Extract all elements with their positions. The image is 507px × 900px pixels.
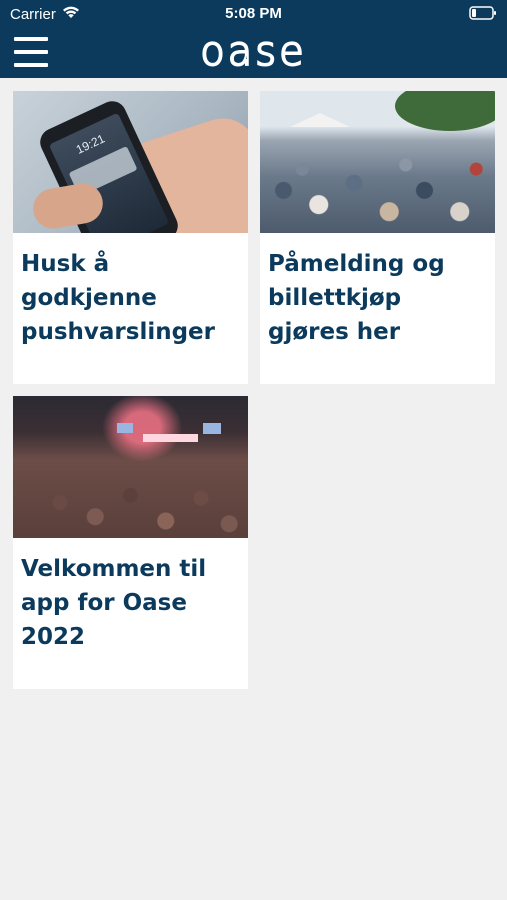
card-title: Påmelding og billettkjøp gjøres her bbox=[268, 251, 445, 345]
news-card[interactable]: Påmelding og billettkjøp gjøres her bbox=[260, 91, 495, 384]
phone-notification-photo: 19:21 bbox=[13, 91, 248, 233]
news-card[interactable]: Velkommen til app for Oase 2022 bbox=[13, 396, 248, 689]
tree-shape bbox=[395, 91, 495, 131]
stage-screen-right bbox=[203, 423, 221, 434]
tent-shape bbox=[290, 113, 350, 127]
battery-icon bbox=[469, 6, 497, 24]
stage-lights bbox=[143, 434, 198, 442]
stage-screen-left bbox=[117, 423, 133, 433]
news-card[interactable]: 19:21 Husk å godkjenne pushvarslinger bbox=[13, 91, 248, 384]
concert-hall-photo bbox=[13, 396, 248, 538]
app-logo: oase bbox=[199, 29, 307, 75]
card-title: Husk å godkjenne pushvarslinger bbox=[21, 251, 215, 345]
status-bar: Carrier 5:08 PM bbox=[0, 0, 507, 28]
top-bar: Carrier 5:08 PM oase bbox=[0, 0, 507, 78]
card-grid: 19:21 Husk å godkjenne pushvarslinger På… bbox=[0, 78, 507, 702]
crowd-photo bbox=[260, 91, 495, 233]
status-time: 5:08 PM bbox=[225, 5, 282, 22]
card-title: Velkommen til app for Oase 2022 bbox=[21, 556, 207, 650]
nav-bar: oase bbox=[0, 28, 507, 78]
